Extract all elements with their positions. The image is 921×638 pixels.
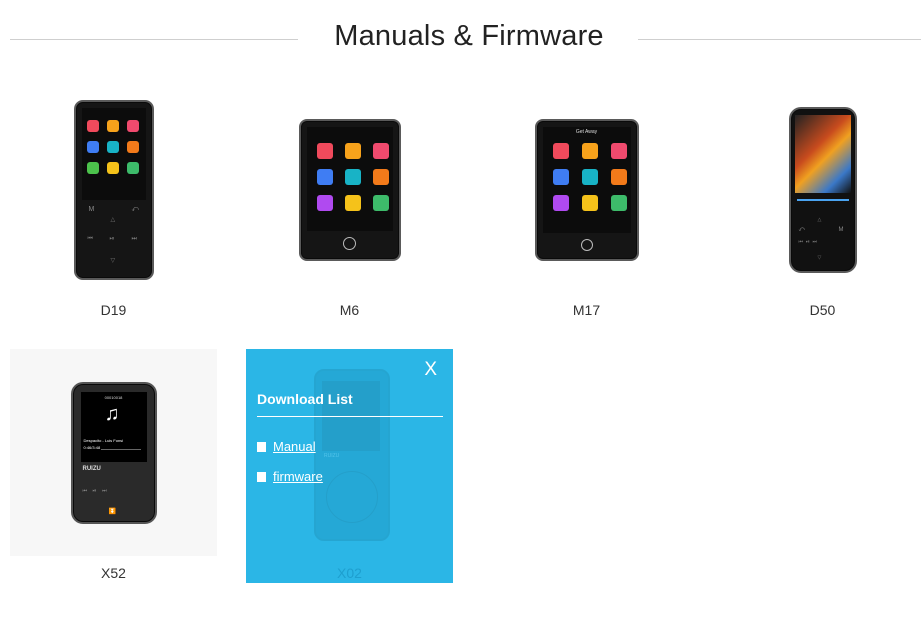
manual-link-label[interactable]: Manual — [273, 439, 316, 454]
player-image: Get Away — [534, 118, 639, 261]
player-image: M ⤺ △ ⏮ ⏯ ⏭ ▽ — [73, 99, 154, 280]
manual-download-link[interactable]: Manual — [257, 439, 316, 454]
divider-right — [638, 39, 921, 40]
bullet-square-icon — [257, 471, 266, 482]
product-label-x52[interactable]: X52 — [10, 565, 217, 581]
product-label-m6[interactable]: M6 — [246, 302, 453, 318]
device-time: 00010018 — [104, 394, 123, 400]
product-label-x02[interactable]: X02 — [246, 565, 453, 581]
product-card-m6[interactable]: M6 — [246, 86, 453, 320]
product-card-m17[interactable]: Get Away M17 — [483, 86, 690, 320]
product-card-d50[interactable]: △ ⤺ M ⏮ ⏯ ⏭ ▽ D50 — [719, 86, 921, 320]
product-image-m6[interactable] — [246, 86, 453, 293]
bullet-square-icon — [257, 441, 266, 452]
product-label-d50[interactable]: D50 — [719, 302, 921, 318]
product-card-d19[interactable]: M ⤺ △ ⏮ ⏯ ⏭ ▽ D19 — [10, 86, 217, 320]
section-header: Manuals & Firmware — [0, 16, 921, 56]
device-brand: RUIZU — [82, 465, 101, 472]
download-overlay[interactable]: RUIZU X Download List Manual firmware X0… — [246, 349, 453, 583]
player-image: △ ⤺ M ⏮ ⏯ ⏭ ▽ — [788, 106, 857, 273]
product-card-x52[interactable]: 00010018 ♫ Despacito - Luis Fonsi 0:46/3… — [10, 349, 217, 583]
product-image-m17[interactable]: Get Away — [483, 86, 690, 293]
firmware-link-label[interactable]: firmware — [273, 469, 323, 484]
heading-underline — [257, 416, 443, 417]
product-label-m17[interactable]: M17 — [483, 302, 690, 318]
firmware-download-link[interactable]: firmware — [257, 469, 323, 484]
player-image: 00010018 ♫ Despacito - Luis Fonsi 0:46/3… — [70, 381, 157, 524]
music-note-icon: ♫ — [104, 402, 120, 425]
product-label-d19[interactable]: D19 — [10, 302, 217, 318]
product-image-x52[interactable]: 00010018 ♫ Despacito - Luis Fonsi 0:46/3… — [10, 349, 217, 556]
status-title: Get Away — [575, 128, 598, 135]
player-image — [298, 118, 401, 261]
device-brand: RUIZU — [324, 453, 340, 459]
device-song: Despacito - Luis Fonsi — [83, 437, 124, 443]
divider-left — [10, 39, 298, 40]
download-list-heading: Download List — [257, 391, 353, 407]
page-title: Manuals & Firmware — [334, 20, 604, 52]
product-image-d50[interactable]: △ ⤺ M ⏮ ⏯ ⏭ ▽ — [719, 86, 921, 293]
device-progress: 0:46/3:48 — [83, 444, 101, 450]
close-button[interactable]: X — [424, 359, 437, 381]
product-image-d19[interactable]: M ⤺ △ ⏮ ⏯ ⏭ ▽ — [10, 86, 217, 293]
